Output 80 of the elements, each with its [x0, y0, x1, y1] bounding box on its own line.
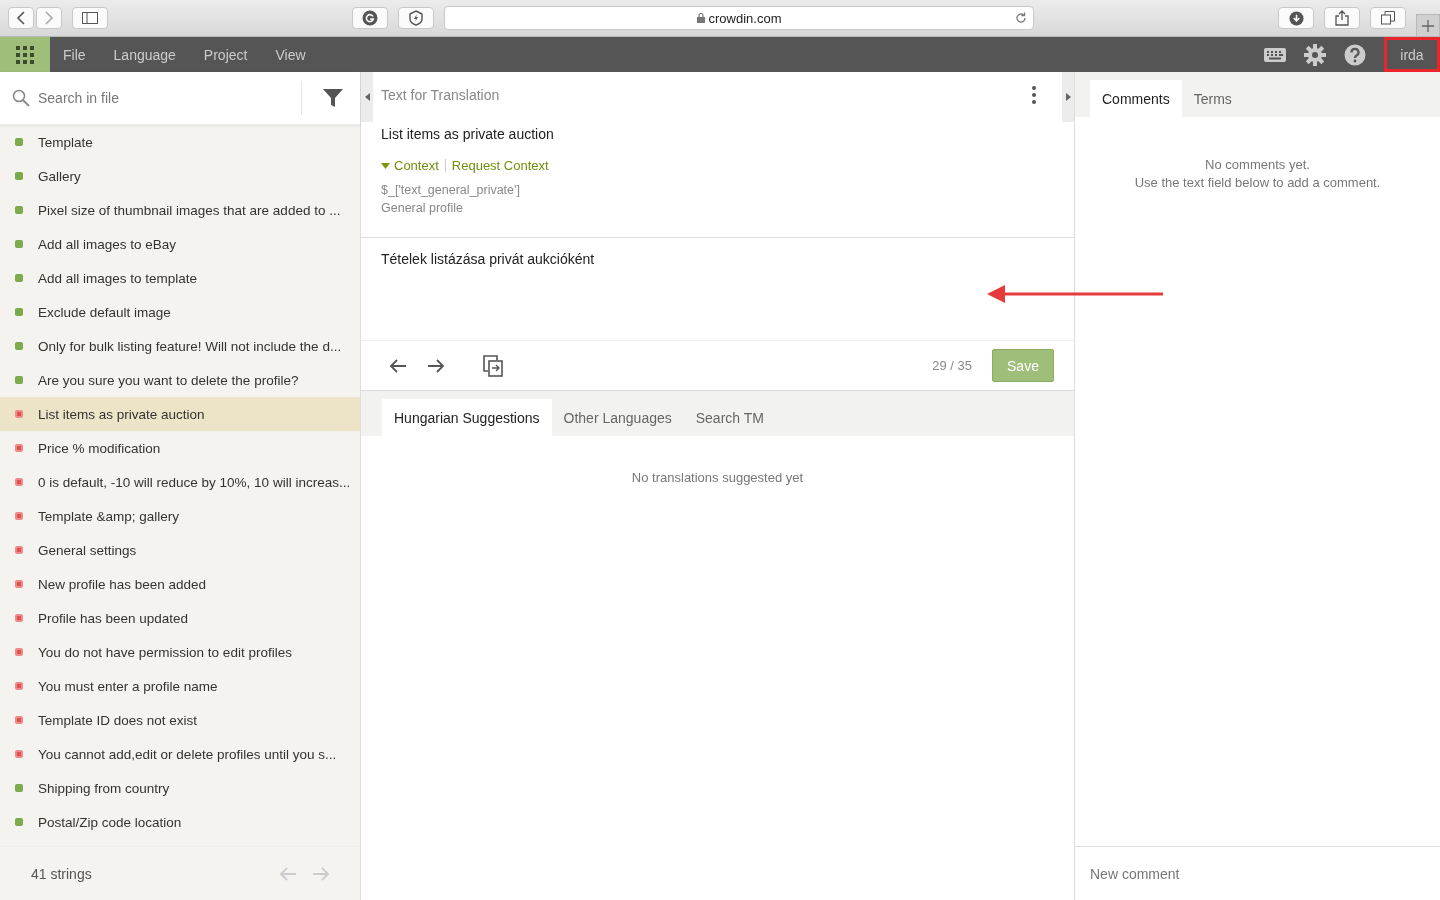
string-list-item[interactable]: Template: [0, 125, 360, 159]
search-icon: [12, 89, 30, 107]
help-icon[interactable]: [1344, 43, 1366, 66]
sidebar-toggle-button[interactable]: [72, 7, 108, 29]
string-list-item[interactable]: Postal/Zip code location: [0, 805, 360, 839]
menu-item[interactable]: File: [48, 46, 101, 63]
string-list-item[interactable]: You do not have permission to edit profiles: [0, 635, 360, 669]
g-circle-icon: [362, 10, 378, 26]
panel-title: Text for Translation: [381, 87, 500, 103]
suggestions-tab[interactable]: Other Languages: [551, 399, 684, 436]
keyboard-icon[interactable]: [1264, 47, 1286, 62]
string-list-item[interactable]: You cannot add,edit or delete profiles until you s...: [0, 737, 360, 771]
request-context-link[interactable]: Request Context: [451, 158, 549, 173]
settings-icon[interactable]: [1304, 43, 1326, 66]
character-counter: 29 / 35: [932, 358, 972, 373]
empty-message: No translations suggested yet: [630, 469, 805, 485]
source-text: List items as private auction: [380, 125, 555, 142]
string-list-item[interactable]: Template &amp; gallery: [0, 499, 360, 533]
previous-icon[interactable]: [389, 358, 407, 373]
string-list-item[interactable]: General settings: [0, 533, 360, 567]
collapse-left-button[interactable]: [361, 72, 373, 122]
string-list-item[interactable]: You must enter a profile name: [0, 669, 360, 703]
string-list-item[interactable]: 0 is default, -10 will reduce by 10%, 10 will increas...: [0, 465, 360, 499]
next-icon[interactable]: [427, 358, 445, 373]
tabs-icon: [1381, 11, 1395, 25]
suggestions-tab[interactable]: Search TM: [683, 399, 776, 436]
user-menu-button[interactable]: irda: [1384, 37, 1440, 72]
string-list-item[interactable]: Add all images to eBay: [0, 227, 360, 261]
context-toggle[interactable]: Context: [381, 158, 439, 173]
string-list-item[interactable]: Gallery: [0, 159, 360, 193]
empty-message: No comments yet.: [1204, 156, 1311, 174]
sidebar-icon: [82, 12, 98, 24]
menu-item[interactable]: Language: [98, 46, 191, 63]
sidebar-tab[interactable]: Comments: [1090, 80, 1182, 117]
string-list-item[interactable]: Profile has been updated: [0, 601, 360, 635]
string-list-item[interactable]: List items as private auction: [0, 397, 360, 431]
more-options-icon[interactable]: [1032, 86, 1036, 104]
translation-field[interactable]: Tételek listázása privát aukcióként: [361, 237, 1074, 341]
string-count: 41 strings: [31, 865, 92, 882]
shield-icon: [408, 10, 424, 26]
caret-icon: [381, 162, 390, 169]
tabs-button[interactable]: [1370, 7, 1406, 29]
plus-icon: [1422, 19, 1434, 32]
string-list-item[interactable]: Only for bulk listing feature! Will not include the d...: [0, 329, 360, 363]
extension-button[interactable]: [352, 7, 388, 29]
suggestions-tab[interactable]: Hungarian Suggestions: [382, 399, 552, 436]
sidebar-tab[interactable]: Terms: [1181, 80, 1244, 117]
string-list-item[interactable]: Add all images to template: [0, 261, 360, 295]
url-text: crowdin.com: [708, 10, 782, 26]
triangle-right-icon: [1065, 93, 1071, 101]
string-list-item[interactable]: New profile has been added: [0, 567, 360, 601]
string-list-item[interactable]: Price % modification: [0, 431, 360, 465]
download-button[interactable]: [1278, 7, 1314, 29]
string-list-item[interactable]: Are you sure you want to delete the profile?: [0, 363, 360, 397]
context-line: General profile: [381, 200, 464, 217]
menu-item[interactable]: View: [260, 46, 321, 63]
share-button[interactable]: [1324, 7, 1360, 29]
address-bar[interactable]: crowdin.com: [444, 6, 1034, 30]
back-button[interactable]: [8, 7, 34, 29]
share-icon: [1335, 10, 1349, 26]
string-list-item[interactable]: Exclude default image: [0, 295, 360, 329]
filter-icon[interactable]: [323, 88, 343, 108]
grid-icon: [16, 45, 34, 64]
empty-message: Use the text field below to add a comment.: [1133, 174, 1382, 192]
string-list-item[interactable]: Template ID does not exist: [0, 703, 360, 737]
lock-icon: [696, 13, 705, 23]
context-line: $_['text_general_private']: [381, 182, 521, 199]
chevron-left-icon: [16, 11, 26, 25]
chevron-right-icon: [44, 11, 54, 25]
menu-item[interactable]: Project: [188, 46, 263, 63]
reload-icon[interactable]: [1015, 12, 1027, 24]
string-list-item[interactable]: Pixel size of thumbnail images that are added to ...: [0, 193, 360, 227]
string-list-item[interactable]: Shipping from country: [0, 771, 360, 805]
collapse-right-button[interactable]: [1062, 72, 1074, 122]
copy-source-icon[interactable]: [483, 354, 503, 377]
triangle-left-icon: [364, 93, 370, 101]
new-tab-button[interactable]: [1416, 14, 1440, 36]
shield-button[interactable]: [398, 7, 434, 29]
apps-menu-button[interactable]: [0, 37, 50, 72]
download-icon: [1288, 10, 1304, 26]
